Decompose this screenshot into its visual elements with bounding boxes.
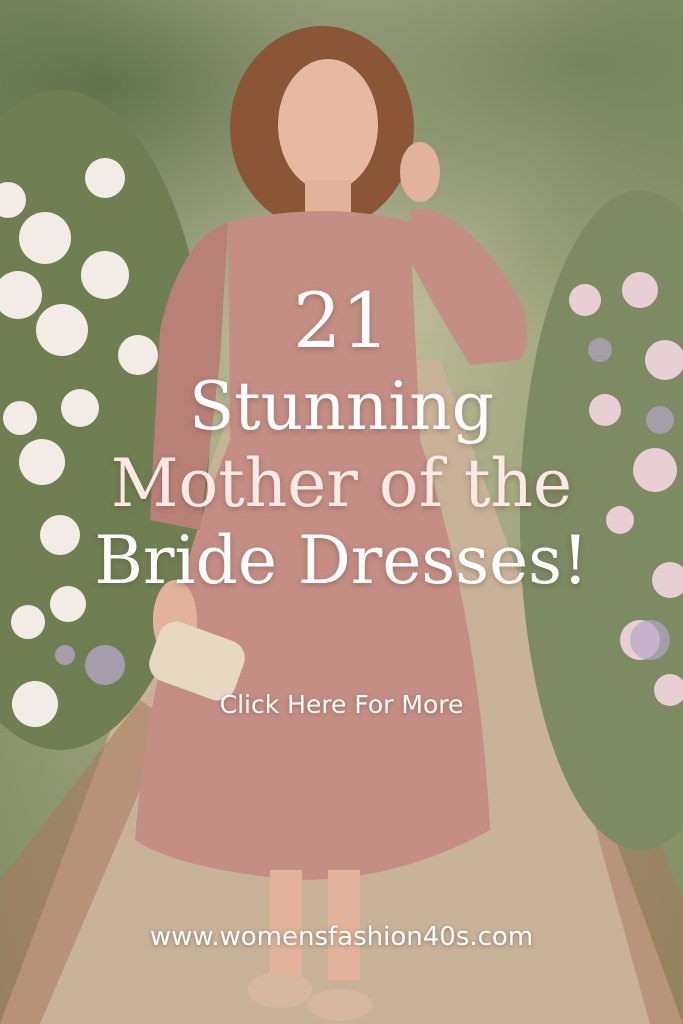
headline-number: 21	[293, 276, 390, 365]
pin-image[interactable]: 21 Stunning Mother of the Bride Dresses!…	[0, 0, 683, 1024]
raised-hand	[400, 142, 440, 202]
left-shoe	[248, 972, 312, 1008]
right-shoe	[308, 989, 372, 1021]
headline-line-3: Bride Dresses!	[94, 522, 589, 599]
headline-line-2: Mother of the	[110, 445, 573, 522]
website-url[interactable]: www.womensfashion40s.com	[0, 922, 683, 952]
headline-line-1: Stunning	[188, 368, 495, 445]
face	[278, 59, 378, 191]
click-here-link[interactable]: Click Here For More	[0, 690, 683, 719]
